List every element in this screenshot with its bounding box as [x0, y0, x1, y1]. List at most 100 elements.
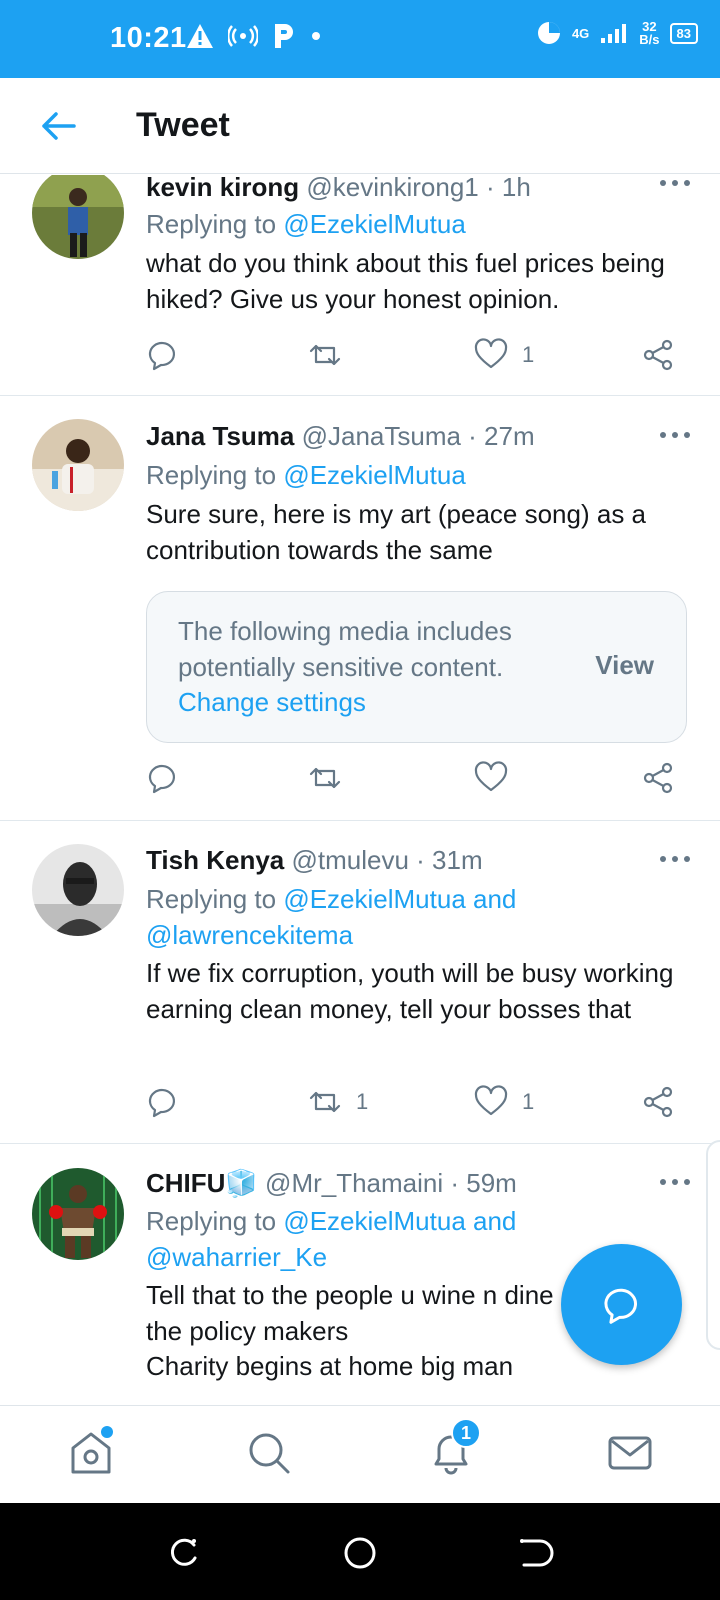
avatar[interactable] [32, 419, 124, 511]
tweet-text: If we fix corruption, youth will be busy… [146, 958, 674, 1024]
mention-link[interactable]: @EzekielMutua and [283, 884, 516, 914]
heart-icon [474, 761, 508, 792]
tweet-header: kevin kirong @kevinkirong1 · 1h [146, 175, 531, 203]
like-count: 1 [522, 1089, 535, 1114]
back-arrow-icon[interactable] [38, 106, 78, 146]
recent-apps-icon[interactable] [164, 1533, 204, 1573]
heart-icon [474, 338, 508, 369]
retweet-icon [309, 1091, 341, 1113]
status-icons-left [186, 22, 322, 50]
tweet-header: Tish Kenya @tmulevu · 31m [146, 845, 483, 876]
author-name[interactable]: kevin kirong [146, 175, 299, 202]
replying-to: Replying to @EzekielMutua [146, 206, 466, 242]
replying-prefix: Replying to [146, 1206, 284, 1236]
replying-to: Replying to @EzekielMutua [146, 457, 466, 493]
share-button[interactable] [641, 338, 675, 372]
mention-link[interactable]: @lawrencekitema [146, 920, 353, 950]
tweet-actions: 1 [146, 338, 691, 378]
author-handle-time: @Mr_Thamaini · 59m [265, 1168, 517, 1198]
author-name[interactable]: CHIFU🧊 [146, 1168, 258, 1198]
reply-button[interactable] [146, 761, 180, 795]
share-icon [643, 1086, 673, 1118]
share-button[interactable] [641, 1085, 675, 1119]
mention-link[interactable]: @EzekielMutua and [283, 1206, 516, 1236]
home-button-icon[interactable] [340, 1533, 380, 1573]
heart-icon [474, 1085, 508, 1116]
author-handle-time: @kevinkirong1 · 1h [306, 175, 531, 202]
retweet-icon [309, 767, 341, 789]
status-icons-right: 4G 32 B/s 83 [536, 20, 698, 46]
hotspot-icon [228, 25, 258, 47]
battery-indicator: 83 [669, 22, 698, 44]
like-count: 1 [522, 342, 535, 367]
like-button[interactable]: 1 [474, 338, 534, 372]
author-handle-time: @tmulevu · 31m [291, 845, 483, 875]
reply-icon [148, 341, 176, 371]
bottom-navigation: 1 [0, 1405, 720, 1503]
retweet-count: 1 [356, 1089, 369, 1114]
warning-icon [187, 24, 213, 48]
status-bar: 10:21 4G 32 B/s 83 [0, 0, 720, 78]
page-title: Tweet [136, 106, 230, 144]
retweet-button[interactable]: 1 [308, 1085, 368, 1119]
mention-link[interactable]: @EzekielMutua [283, 460, 465, 490]
like-button[interactable] [474, 761, 522, 795]
replying-to: Replying to @EzekielMutua and @lawrencek… [146, 881, 516, 953]
share-icon [643, 339, 673, 371]
like-button[interactable]: 1 [474, 1085, 534, 1119]
sensitive-message-text: The following media includes potentially… [178, 616, 512, 682]
tweet-actions: 1 1 [146, 1085, 691, 1125]
replying-prefix: Replying to [146, 209, 284, 239]
nav-search[interactable] [244, 1428, 294, 1478]
network-speed: 32 B/s [639, 20, 659, 46]
retweet-icon [309, 344, 341, 366]
view-media-button[interactable]: View [595, 650, 654, 681]
share-icon [643, 762, 673, 794]
change-settings-link[interactable]: Change settings [178, 687, 366, 717]
author-name[interactable]: Jana Tsuma [146, 421, 294, 451]
sensitive-message: The following media includes potentially… [178, 614, 558, 721]
more-options-icon[interactable] [660, 854, 690, 864]
tweet-actions [146, 761, 691, 801]
more-options-icon[interactable] [660, 1177, 690, 1187]
more-options-icon[interactable] [660, 430, 690, 440]
nav-messages[interactable] [605, 1428, 655, 1478]
tweet-header: Jana Tsuma @JanaTsuma · 27m [146, 421, 535, 452]
status-time: 10:21 [110, 22, 187, 54]
system-navigation-bar [0, 1503, 720, 1600]
replying-prefix: Replying to [146, 884, 284, 914]
compose-reply-button[interactable] [561, 1244, 682, 1365]
compose-reply-icon [603, 1288, 637, 1324]
mention-link[interactable]: @waharrier_Ke [146, 1242, 327, 1272]
retweet-button[interactable] [308, 338, 356, 372]
avatar[interactable] [32, 175, 124, 259]
avatar[interactable] [32, 844, 124, 936]
avatar[interactable] [32, 1168, 124, 1260]
tweet-header: CHIFU🧊 @Mr_Thamaini · 59m [146, 1168, 517, 1199]
retweet-button[interactable] [308, 761, 356, 795]
mention-link[interactable]: @EzekielMutua [283, 209, 465, 239]
reply-button[interactable] [146, 338, 180, 372]
scroll-edge-hint [706, 1140, 720, 1350]
replying-prefix: Replying to [146, 460, 284, 490]
tweet-card[interactable]: Jana Tsuma @JanaTsuma · 27m Replying to … [0, 396, 720, 821]
reply-icon [148, 764, 176, 794]
tweet-text: what do you think about this fuel prices… [146, 248, 665, 314]
network-speed-unit: B/s [639, 32, 660, 47]
tweet-card[interactable]: kevin kirong @kevinkirong1 · 1h Replying… [0, 175, 720, 396]
home-unread-dot [101, 1426, 113, 1438]
search-icon [249, 1433, 290, 1474]
tweet-card[interactable]: Tish Kenya @tmulevu · 31m Replying to @E… [0, 821, 720, 1144]
reply-button[interactable] [146, 1085, 180, 1119]
reply-feed[interactable]: kevin kirong @kevinkirong1 · 1h Replying… [0, 175, 720, 1405]
signal-icon [601, 24, 627, 43]
back-button-icon[interactable] [516, 1533, 556, 1573]
sensitive-media-notice: The following media includes potentially… [146, 591, 687, 743]
author-name[interactable]: Tish Kenya [146, 845, 284, 875]
more-options-icon[interactable] [660, 178, 690, 188]
nav-notifications[interactable]: 1 [426, 1418, 481, 1478]
share-button[interactable] [641, 761, 675, 795]
nav-home[interactable] [66, 1426, 116, 1478]
author-handle-time: @JanaTsuma · 27m [301, 421, 535, 451]
notification-dot-icon [312, 32, 320, 40]
